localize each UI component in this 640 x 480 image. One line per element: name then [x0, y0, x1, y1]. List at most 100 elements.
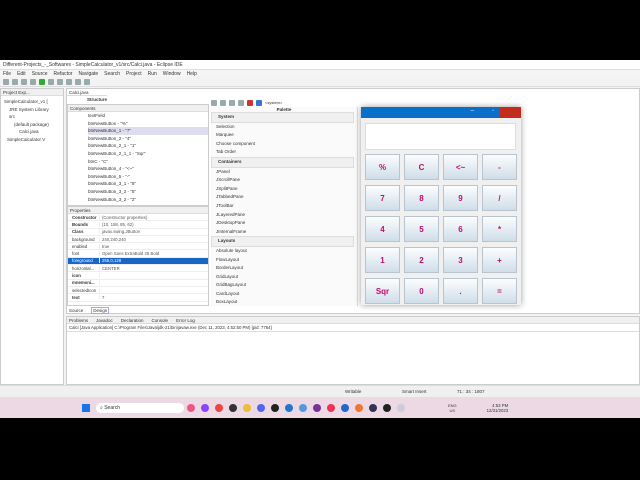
taskbar-search[interactable]: ⌕ Search: [96, 402, 184, 413]
opera-icon[interactable]: [327, 403, 335, 412]
discord-icon[interactable]: [257, 403, 265, 412]
app-icon[interactable]: [313, 403, 321, 412]
palette-item[interactable]: JSplitPane: [211, 185, 357, 194]
palette-group-header[interactable]: System: [211, 112, 354, 123]
property-value[interactable]: 240,240,240: [100, 237, 208, 242]
java-icon[interactable]: [397, 403, 405, 412]
project-explorer-tab[interactable]: Project Exp...: [3, 90, 30, 95]
cut-icon[interactable]: [229, 99, 235, 106]
component-item[interactable]: btnNewButton_3_2 - "5": [88, 188, 208, 196]
palette-item[interactable]: JTabbedPane: [211, 193, 357, 202]
calc-button[interactable]: .: [443, 278, 478, 304]
notion-icon[interactable]: [229, 403, 237, 412]
search-icon[interactable]: [84, 78, 90, 85]
menu-edit[interactable]: Edit: [17, 71, 26, 77]
delete-icon[interactable]: [247, 99, 253, 106]
new-icon[interactable]: [3, 78, 9, 85]
app-icon[interactable]: [299, 403, 307, 412]
look-and-feel-combo[interactable]: <system>: [265, 100, 282, 105]
palette-item[interactable]: JLayeredPane: [211, 211, 357, 220]
tree-item[interactable]: JRE System Library: [4, 106, 63, 114]
property-row[interactable]: font Open Sans ExtraBold 25 Bold: [68, 250, 208, 258]
component-item[interactable]: btnC - "C": [88, 158, 208, 166]
calc-button[interactable]: =: [482, 278, 517, 304]
calc-button[interactable]: Sqr: [365, 278, 400, 304]
console-tab-problems[interactable]: Problems: [69, 318, 88, 323]
calc-button[interactable]: 2: [404, 247, 439, 273]
palette-item[interactable]: JToolBar: [211, 202, 357, 211]
property-value[interactable]: (10, 158, 85, 62): [100, 222, 208, 227]
palette-item[interactable]: BorderLayout: [211, 264, 357, 273]
eclipse-icon[interactable]: [369, 403, 377, 412]
palette-item[interactable]: JScrollPane: [211, 176, 357, 185]
palette-item[interactable]: GridLayout: [211, 273, 357, 282]
palette-item[interactable]: FlowLayout: [211, 256, 357, 265]
component-item[interactable]: btnNewButton_5 - "-": [88, 173, 208, 181]
property-row[interactable]: mnemoni...: [68, 280, 208, 287]
calc-button[interactable]: 0: [404, 278, 439, 304]
component-item[interactable]: btnNewButton_2_1 - "1": [88, 142, 208, 150]
palette-item[interactable]: Selection: [211, 123, 357, 132]
palette-group-header[interactable]: Containers: [211, 156, 354, 168]
palette-item[interactable]: BoxLayout: [211, 298, 357, 307]
component-item[interactable]: btnNewButton_2_1_1 - "Sqr": [88, 150, 208, 158]
palette-item[interactable]: Marquee: [211, 131, 357, 140]
palette-item[interactable]: JPanel: [211, 168, 357, 177]
external-tools-icon[interactable]: [57, 78, 63, 85]
property-row[interactable]: Bounds (10, 158, 85, 62): [68, 221, 208, 229]
menu-file[interactable]: File: [3, 71, 11, 77]
calc-button[interactable]: 8: [404, 185, 439, 211]
source-tab[interactable]: Source: [69, 308, 83, 313]
tree-item[interactable]: src: [4, 113, 63, 121]
design-tab[interactable]: Design: [91, 307, 110, 314]
property-value[interactable]: javax.swing.JButton: [100, 229, 208, 234]
menu-run[interactable]: Run: [148, 71, 157, 77]
menu-project[interactable]: Project: [126, 71, 142, 77]
menu-navigate[interactable]: Navigate: [78, 71, 98, 77]
property-value[interactable]: Open Sans ExtraBold 25 Bold: [100, 251, 208, 256]
property-row[interactable]: Constructor (Constructor properties): [68, 214, 208, 222]
console-tab-javadoc[interactable]: Javadoc: [96, 318, 113, 323]
palette-item[interactable]: GridBagLayout: [211, 281, 357, 290]
menu-search[interactable]: Search: [104, 71, 120, 77]
editor-tab[interactable]: Calci.java: [69, 90, 89, 95]
component-item[interactable]: btnNewButton_1 - "7": [88, 127, 208, 135]
property-value[interactable]: 255,0,128: [100, 258, 208, 263]
calc-button[interactable]: 4: [365, 216, 400, 242]
component-item[interactable]: btnNewButton_3_2 - "2": [88, 196, 208, 204]
property-row[interactable]: foreground 255,0,128: [68, 257, 208, 266]
console-tab-error-log[interactable]: Error Log: [176, 318, 195, 323]
palette-item[interactable]: Choose component: [211, 140, 357, 149]
test-ui-icon[interactable]: [256, 99, 262, 106]
menu-source[interactable]: Source: [32, 71, 48, 77]
redo-icon[interactable]: [220, 99, 226, 106]
tree-item[interactable]: SimpleCalculator_v1 [: [4, 98, 63, 106]
menu-help[interactable]: Help: [187, 71, 197, 77]
calc-button[interactable]: -: [482, 154, 517, 180]
tree-item[interactable]: Calci.java: [4, 128, 63, 136]
palette-item[interactable]: Absolute layout: [211, 247, 357, 256]
file-explorer-icon[interactable]: [243, 403, 251, 412]
calc-button[interactable]: 1: [365, 247, 400, 273]
property-row[interactable]: horizontal... CENTER: [68, 265, 208, 273]
component-item[interactable]: btnNewButton - "%": [88, 120, 208, 128]
component-item[interactable]: textField: [88, 112, 208, 120]
property-row[interactable]: background 240,240,240: [68, 236, 208, 244]
calc-button[interactable]: <~: [443, 154, 478, 180]
app-icon[interactable]: [383, 403, 391, 412]
maximize-icon[interactable]: ▫: [492, 108, 494, 114]
calc-button[interactable]: +: [482, 247, 517, 273]
chrome-icon[interactable]: [215, 403, 223, 412]
property-row[interactable]: selectedIcon: [68, 287, 208, 295]
windows-start-icon[interactable]: [82, 403, 90, 412]
palette-item[interactable]: Tab Order: [211, 148, 357, 157]
property-row[interactable]: text 7: [68, 294, 208, 302]
messenger-icon[interactable]: [201, 403, 209, 412]
palette-item[interactable]: JInternalFrame: [211, 228, 357, 237]
save-icon[interactable]: [12, 78, 18, 85]
component-item[interactable]: btnNewButton_2 - "4": [88, 135, 208, 143]
calc-button[interactable]: 9: [443, 185, 478, 211]
calc-button[interactable]: 3: [443, 247, 478, 273]
property-row[interactable]: icon: [68, 272, 208, 280]
print-icon[interactable]: [21, 78, 27, 85]
